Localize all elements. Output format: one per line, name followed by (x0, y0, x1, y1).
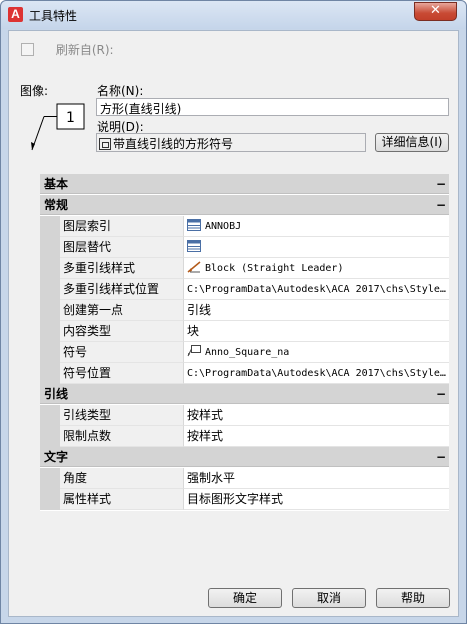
property-name: 内容类型 (60, 321, 184, 342)
ok-button[interactable]: 确定 (208, 588, 282, 608)
property-name: 符号位置 (60, 363, 184, 384)
property-row-multileader-style-location[interactable]: 多重引线样式位置 C:\ProgramData\Autodesk\ACA 201… (40, 279, 449, 300)
symbol-icon (187, 345, 201, 357)
help-button[interactable]: 帮助 (376, 588, 450, 608)
property-row-max-points[interactable]: 限制点数 按样式 (40, 426, 449, 447)
details-button[interactable]: 详细信息(I) (375, 133, 449, 152)
refresh-from-row: 刷新自(R): (21, 41, 114, 57)
image-label: 图像: (20, 84, 49, 98)
property-value[interactable]: 按样式 (184, 405, 449, 426)
multileader-icon (187, 261, 201, 273)
category-general-label: 常规 (44, 198, 69, 212)
category-basic[interactable]: 基本 − (40, 174, 449, 194)
property-value[interactable]: Anno_Square_na (184, 342, 449, 363)
property-value[interactable]: 引线 (184, 300, 449, 321)
property-value[interactable]: C:\ProgramData\Autodesk\ACA 2017\chs\Sty… (184, 363, 449, 384)
category-text-label: 文字 (44, 450, 69, 464)
description-text: 带直线引线的方形符号 (113, 137, 234, 151)
property-value[interactable]: 目标图形文字样式 (184, 489, 449, 510)
layer-table-icon (187, 240, 201, 252)
property-name: 创建第一点 (60, 300, 184, 321)
property-row-multileader-style[interactable]: 多重引线样式 Block (Straight Leader) (40, 258, 449, 279)
property-row-layer-key[interactable]: 图层索引 ANNOBJ (40, 216, 449, 237)
property-value[interactable]: Block (Straight Leader) (184, 258, 449, 279)
layer-table-icon (187, 219, 201, 231)
property-value[interactable]: 按样式 (184, 426, 449, 447)
property-row-symbol-location[interactable]: 符号位置 C:\ProgramData\Autodesk\ACA 2017\ch… (40, 363, 449, 384)
category-general[interactable]: 常规 − (40, 195, 449, 215)
collapse-leader-button[interactable]: − (433, 384, 449, 404)
dialog-body: 刷新自(R): 图像: 1 名称(N): 方形(直线引线) 说明(D): 带直线… (8, 30, 459, 617)
tool-preview-image[interactable]: 1 (17, 103, 87, 158)
category-basic-label: 基本 (44, 177, 69, 191)
collapse-text-button[interactable]: − (433, 447, 449, 467)
autocad-logo-icon: A (8, 7, 23, 22)
name-input[interactable]: 方形(直线引线) (96, 98, 449, 116)
title-bar[interactable]: A 工具特性 ✕ (1, 1, 466, 29)
description-field[interactable]: 带直线引线的方形符号 (96, 133, 366, 152)
property-row-layer-override[interactable]: 图层替代 (40, 237, 449, 258)
leader-preview-icon: 1 (31, 103, 85, 151)
property-grid: 基本 − 常规 − 图层索引 ANNOBJ 图层替代 多重引线样式 Block … (40, 174, 449, 511)
property-row-symbol[interactable]: 符号 Anno_Square_na (40, 342, 449, 363)
property-row-attribute-style[interactable]: 属性样式 目标图形文字样式 (40, 489, 449, 510)
close-button[interactable]: ✕ (414, 2, 457, 21)
property-value[interactable]: ANNOBJ (184, 216, 449, 237)
property-name: 图层索引 (60, 216, 184, 237)
property-row-leader-type[interactable]: 引线类型 按样式 (40, 405, 449, 426)
property-row-create-first-point[interactable]: 创建第一点 引线 (40, 300, 449, 321)
property-row-content-type[interactable]: 内容类型 块 (40, 321, 449, 342)
property-row-angle[interactable]: 角度 强制水平 (40, 468, 449, 489)
property-value[interactable]: 强制水平 (184, 468, 449, 489)
property-name: 图层替代 (60, 237, 184, 258)
collapse-basic-button[interactable]: − (433, 174, 449, 194)
collapse-general-button[interactable]: − (433, 195, 449, 215)
description-icon (99, 137, 111, 150)
property-name: 角度 (60, 468, 184, 489)
property-value[interactable]: 块 (184, 321, 449, 342)
property-name: 多重引线样式位置 (60, 279, 184, 300)
property-name: 属性样式 (60, 489, 184, 510)
property-name: 多重引线样式 (60, 258, 184, 279)
property-value[interactable]: C:\ProgramData\Autodesk\ACA 2017\chs\Sty… (184, 279, 449, 300)
property-name: 引线类型 (60, 405, 184, 426)
window-title: 工具特性 (29, 9, 78, 23)
preview-number: 1 (66, 110, 75, 126)
cancel-button[interactable]: 取消 (292, 588, 366, 608)
tool-properties-dialog: A 工具特性 ✕ 刷新自(R): 图像: 1 名称(N): 方形(直线引线) 说… (0, 0, 467, 624)
name-label: 名称(N): (97, 84, 144, 98)
property-name: 符号 (60, 342, 184, 363)
refresh-checkbox[interactable] (21, 43, 34, 56)
category-leader[interactable]: 引线 − (40, 384, 449, 404)
property-value[interactable] (184, 237, 449, 258)
category-text[interactable]: 文字 − (40, 447, 449, 467)
refresh-label: 刷新自(R): (55, 43, 114, 57)
category-leader-label: 引线 (44, 387, 69, 401)
property-name: 限制点数 (60, 426, 184, 447)
